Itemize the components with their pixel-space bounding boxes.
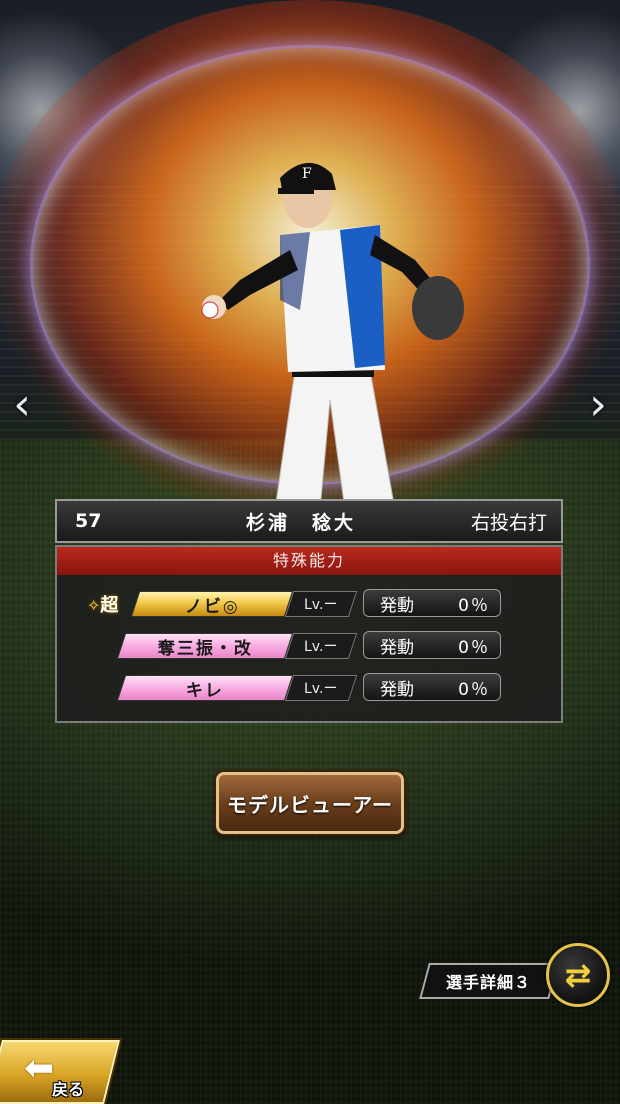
ability-tag: キレ bbox=[116, 675, 294, 701]
player-image: F bbox=[201, 162, 464, 510]
special-abilities-panel: 特殊能力 ✧超 ノビ◎ Lv.ー 発動 0％ 奪三振・改 Lv.ー 発動 0％ … bbox=[55, 545, 563, 723]
ability-tag: ノビ◎ bbox=[130, 591, 294, 617]
next-player-arrow[interactable]: › bbox=[582, 380, 614, 430]
back-arrow-icon[interactable]: ⬅ bbox=[24, 1048, 54, 1089]
ability-trigger-rate: 発動 0％ bbox=[363, 673, 501, 701]
player-name: 杉浦 稔大 bbox=[245, 511, 356, 534]
super-badge: ✧超 bbox=[87, 595, 119, 616]
special-abilities-header: 特殊能力 bbox=[57, 547, 561, 575]
player-detail-label[interactable]: 選手詳細３ bbox=[419, 963, 559, 999]
ability-row[interactable]: ✧超 ノビ◎ Lv.ー 発動 0％ bbox=[57, 589, 561, 621]
uniform-number: 57 bbox=[75, 510, 102, 532]
back-label[interactable]: 戻る bbox=[52, 1076, 84, 1100]
ability-trigger-rate: 発動 0％ bbox=[363, 589, 501, 617]
swap-arrows-icon[interactable]: ⇄ bbox=[546, 943, 610, 1007]
ability-level: Lv.ー bbox=[284, 675, 358, 701]
ability-level: Lv.ー bbox=[284, 633, 358, 659]
sparkle-icon: ✧ bbox=[87, 596, 101, 615]
ability-row[interactable]: 奪三振・改 Lv.ー 発動 0％ bbox=[57, 631, 561, 663]
ability-level: Lv.ー bbox=[284, 591, 358, 617]
ability-tag: 奪三振・改 bbox=[116, 633, 294, 659]
player-name-bar: 57 杉浦 稔大 右投右打 bbox=[55, 499, 563, 543]
prev-player-arrow[interactable]: ‹ bbox=[6, 380, 38, 430]
svg-text:F: F bbox=[302, 166, 312, 182]
ability-trigger-rate: 発動 0％ bbox=[363, 631, 501, 659]
throw-bat-hand: 右投右打 bbox=[470, 511, 547, 534]
model-viewer-button[interactable]: モデルビューアー bbox=[216, 772, 404, 834]
ability-row[interactable]: キレ Lv.ー 発動 0％ bbox=[57, 673, 561, 705]
